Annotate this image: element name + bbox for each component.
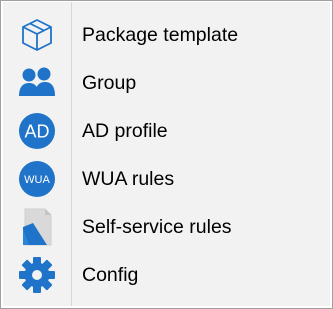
menu-items: Package template Group AD AD profile WUA…: [3, 11, 330, 299]
menu-item-label: Group: [82, 72, 137, 94]
menu-item-label: Package template: [82, 24, 239, 46]
menu-item-self-service-rules[interactable]: Self-service rules: [3, 203, 330, 251]
menu-item-config[interactable]: Config: [3, 251, 330, 299]
group-users-icon: [3, 59, 71, 107]
ad-profile-icon: AD: [3, 107, 71, 155]
package-cube-icon: [3, 11, 71, 59]
wua-rules-icon: WUA: [3, 155, 71, 203]
ad-icon-text: AD: [24, 122, 49, 142]
menu-item-label: WUA rules: [82, 168, 175, 190]
menu-body: Package template Group AD AD profile WUA…: [3, 2, 330, 306]
menu-item-label: AD profile: [82, 120, 168, 142]
menu-item-ad-profile[interactable]: AD AD profile: [3, 107, 330, 155]
self-service-icon: [3, 203, 71, 251]
gear-icon: [3, 251, 71, 299]
menu-item-package-template[interactable]: Package template: [3, 11, 330, 59]
menu-item-label: Self-service rules: [82, 216, 232, 238]
wua-icon-text: WUA: [24, 174, 50, 186]
menu-item-label: Config: [82, 264, 139, 286]
menu-item-wua-rules[interactable]: WUA WUA rules: [3, 155, 330, 203]
menu-item-group[interactable]: Group: [3, 59, 330, 107]
context-menu: Package template Group AD AD profile WUA…: [0, 0, 333, 309]
